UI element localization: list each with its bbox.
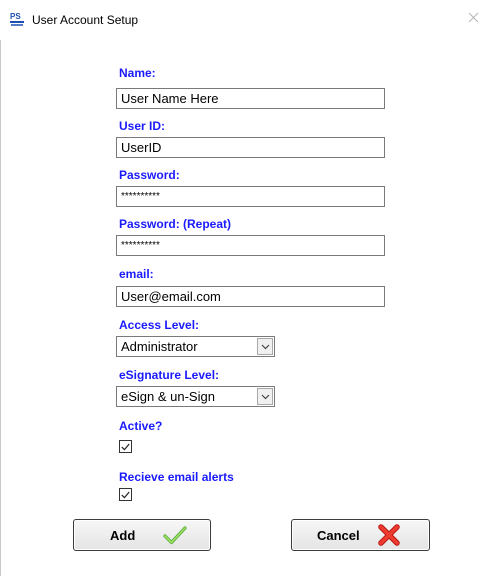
app-logo-icon: PS: [9, 11, 25, 27]
access-level-label: Access Level:: [119, 318, 200, 332]
window-border: [0, 40, 1, 576]
svg-text:PS: PS: [10, 12, 21, 21]
checkmark-icon: [121, 443, 130, 450]
email-label: email:: [119, 267, 154, 281]
user-account-setup-window: PS User Account Setup Name: User ID: Pas…: [0, 0, 487, 576]
chevron-down-icon: [261, 344, 269, 349]
esignature-level-value: eSign & un-Sign: [121, 389, 215, 404]
user-id-label: User ID:: [119, 119, 166, 133]
access-level-select[interactable]: Administrator: [116, 336, 275, 357]
user-id-field[interactable]: [116, 137, 385, 158]
email-alerts-checkbox[interactable]: [119, 488, 132, 501]
password-label: Password:: [119, 168, 180, 182]
password-repeat-label: Password: (Repeat): [119, 217, 232, 231]
close-button[interactable]: [462, 6, 484, 28]
red-x-icon: [377, 524, 400, 546]
active-label: Active?: [119, 419, 163, 433]
password-field[interactable]: [116, 186, 385, 207]
window-title: User Account Setup: [32, 13, 139, 27]
add-button[interactable]: Add: [73, 519, 211, 551]
access-level-dropdown-button[interactable]: [257, 338, 273, 355]
access-level-value: Administrator: [121, 339, 198, 354]
add-button-label: Add: [110, 527, 136, 543]
cancel-button[interactable]: Cancel: [291, 519, 430, 551]
cancel-button-label: Cancel: [317, 527, 360, 543]
green-check-icon: [163, 526, 187, 545]
title-bar: PS User Account Setup: [0, 0, 487, 40]
esignature-level-select[interactable]: eSign & un-Sign: [116, 386, 275, 407]
active-checkbox[interactable]: [119, 440, 132, 453]
email-alerts-label: Recieve email alerts: [119, 470, 234, 484]
name-field[interactable]: [116, 88, 385, 109]
email-field[interactable]: [116, 286, 385, 307]
name-label: Name:: [119, 66, 156, 80]
checkmark-icon: [121, 491, 130, 498]
close-icon: [468, 12, 478, 22]
esignature-level-dropdown-button[interactable]: [257, 388, 273, 405]
password-repeat-field[interactable]: [116, 235, 385, 256]
chevron-down-icon: [261, 394, 269, 399]
esignature-level-label: eSignature Level:: [119, 368, 220, 382]
